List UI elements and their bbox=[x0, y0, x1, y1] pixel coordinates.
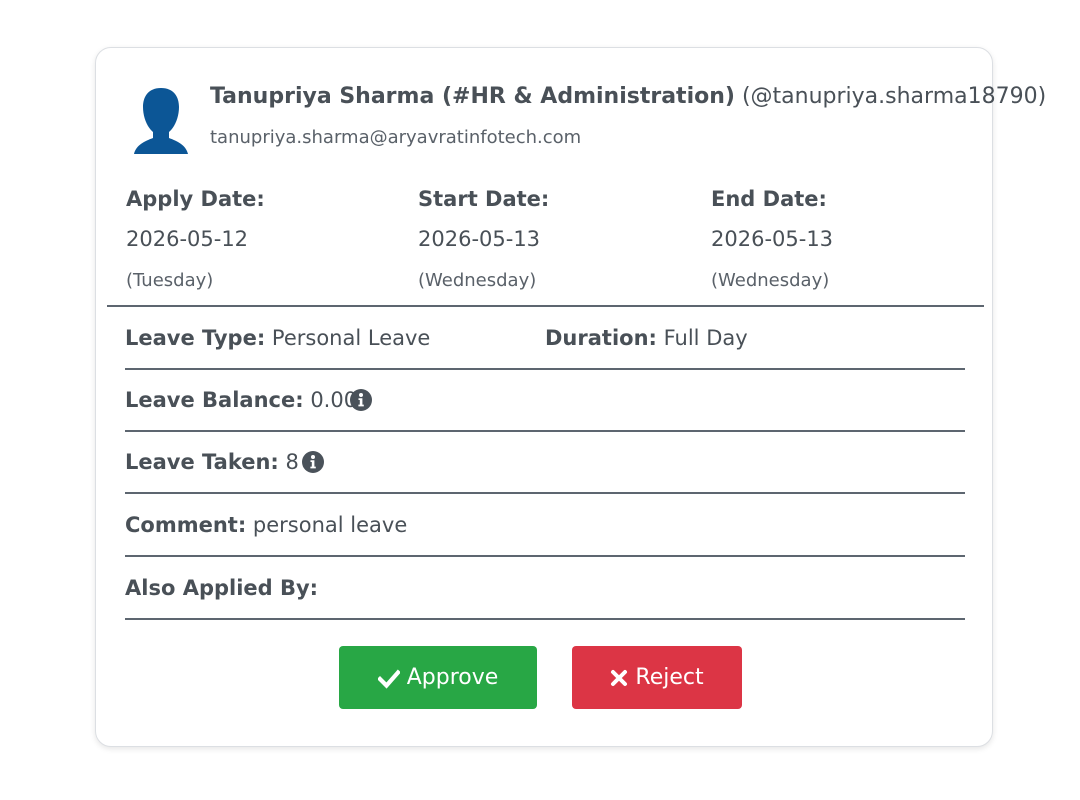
applicant-name-line: Tanupriya Sharma (#HR & Administration) … bbox=[210, 84, 1046, 109]
also-applied-by: Also Applied By: bbox=[125, 576, 318, 600]
close-icon bbox=[611, 669, 628, 686]
duration-label: Duration: bbox=[545, 326, 657, 350]
approve-label: Approve bbox=[406, 665, 499, 690]
leave-taken-info-icon[interactable] bbox=[302, 451, 324, 473]
leave-taken-value: 8 bbox=[285, 450, 299, 474]
applicant-email: tanupriya.sharma@aryavratinfotech.com bbox=[210, 127, 582, 148]
apply-date-value: 2026-05-12 bbox=[126, 227, 249, 251]
start-date-label: Start Date: bbox=[418, 187, 550, 211]
checkmark-icon bbox=[377, 669, 400, 689]
leave-balance-info-icon[interactable] bbox=[350, 389, 372, 411]
also-applied-by-row: Also Applied By: bbox=[125, 558, 965, 620]
reject-button[interactable]: Reject bbox=[572, 646, 742, 709]
leave-balance-row: Leave Balance: 0.00 bbox=[125, 370, 965, 432]
leave-type-value: Personal Leave bbox=[271, 326, 431, 350]
applicant-handle: (@tanupriya.sharma18790) bbox=[741, 84, 1047, 109]
duration-value: Full Day bbox=[663, 326, 748, 350]
leave-type-label: Leave Type: bbox=[125, 326, 266, 350]
comment-row: Comment: personal leave bbox=[125, 495, 965, 557]
leave-taken: Leave Taken: 8 bbox=[125, 450, 299, 474]
start-date-day: (Wednesday) bbox=[418, 270, 537, 291]
approve-button[interactable]: Approve bbox=[339, 646, 537, 709]
comment-value: personal leave bbox=[252, 513, 408, 537]
apply-date-label: Apply Date: bbox=[126, 187, 265, 211]
start-date-value: 2026-05-13 bbox=[418, 227, 541, 251]
applicant-header: Tanupriya Sharma (#HR & Administration) … bbox=[96, 48, 1046, 178]
leave-balance-label: Leave Balance: bbox=[125, 388, 304, 412]
end-date-value: 2026-05-13 bbox=[711, 227, 834, 251]
comment: Comment: personal leave bbox=[125, 513, 407, 537]
leave-taken-row: Leave Taken: 8 bbox=[125, 432, 965, 494]
reject-label: Reject bbox=[635, 665, 704, 690]
leave-taken-label: Leave Taken: bbox=[125, 450, 279, 474]
applicant-name: Tanupriya Sharma (#HR & Administration) bbox=[210, 84, 735, 109]
end-date-day: (Wednesday) bbox=[711, 270, 830, 291]
duration: Duration: Full Day bbox=[545, 326, 748, 350]
also-applied-by-label: Also Applied By: bbox=[125, 576, 319, 600]
apply-date-day: (Tuesday) bbox=[126, 270, 214, 291]
user-silhouette-icon bbox=[134, 88, 188, 154]
dates-divider bbox=[107, 305, 984, 307]
leave-dates: Apply Date: 2026-05-12 (Tuesday) Start D… bbox=[96, 184, 992, 304]
comment-label: Comment: bbox=[125, 513, 247, 537]
leave-balance: Leave Balance: 0.00 bbox=[125, 388, 357, 412]
leave-type-row: Leave Type: Personal Leave Duration: Ful… bbox=[125, 308, 965, 370]
leave-type: Leave Type: Personal Leave bbox=[125, 326, 430, 350]
end-date-label: End Date: bbox=[711, 187, 827, 211]
leave-request-card: Tanupriya Sharma (#HR & Administration) … bbox=[95, 47, 1046, 747]
